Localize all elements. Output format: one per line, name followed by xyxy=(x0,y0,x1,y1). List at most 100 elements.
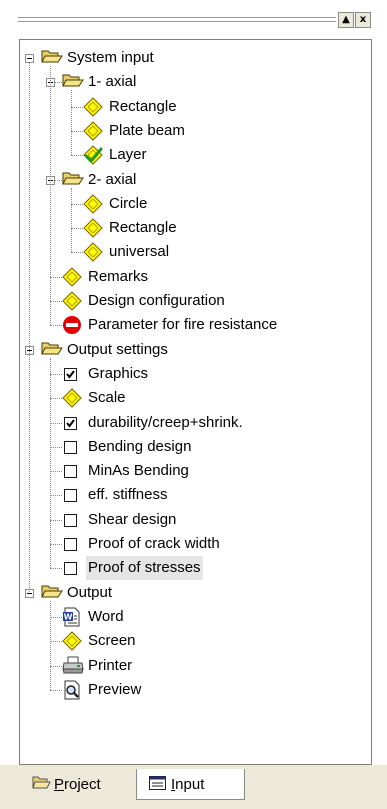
print-preview-icon xyxy=(62,680,82,708)
tree-node-durability-creep-shrink[interactable]: durability/creep+shrink. xyxy=(20,411,371,435)
tree-connector xyxy=(50,544,62,545)
unchecked-checkbox[interactable] xyxy=(64,513,77,527)
tree-connector xyxy=(50,446,62,448)
tree-connector xyxy=(71,106,83,108)
tree-connector xyxy=(50,568,62,570)
tree-connector xyxy=(50,398,62,400)
tree-node-rectangle[interactable]: Rectangle xyxy=(20,216,371,240)
tree-node-label: Layer xyxy=(109,146,147,164)
tree-node-layer[interactable]: Layer xyxy=(20,143,371,167)
tab-input[interactable]: Input xyxy=(136,769,245,800)
collapse-toggle[interactable] xyxy=(25,54,34,63)
scroll-up-button[interactable]: ▲ xyxy=(338,12,354,28)
unchecked-checkbox[interactable] xyxy=(64,562,77,576)
tree-node-remarks[interactable]: Remarks xyxy=(20,265,371,289)
folder-open-icon xyxy=(62,72,84,96)
tree-node-1-axial[interactable]: 1- axial xyxy=(20,70,371,94)
tree-connector xyxy=(50,495,62,497)
tree-node-label: Proof of crack width xyxy=(88,535,220,552)
tree-node-label: Scale xyxy=(88,389,126,407)
tree-node-label: universal xyxy=(109,243,170,261)
tree-node-preview[interactable]: Preview xyxy=(20,678,371,702)
tree-node-system-input[interactable]: System input xyxy=(20,46,371,70)
tab-project-label: roject xyxy=(64,776,101,793)
unchecked-checkbox[interactable] xyxy=(64,465,77,479)
tree-connector xyxy=(50,357,51,569)
tree-node-label: 1- axial xyxy=(88,73,137,91)
tree-node-screen[interactable]: Screen xyxy=(20,629,371,653)
tree-connector xyxy=(50,689,62,691)
tree-connector xyxy=(71,187,72,253)
tree-connector xyxy=(50,471,62,473)
tree-node-shear-design[interactable]: Shear design xyxy=(20,508,371,532)
input-tree-view[interactable]: System input 1- axial Rectangle Plate beam L… xyxy=(19,39,372,765)
tree-node-label: Proof of stresses xyxy=(86,556,203,581)
tree-node-design-configuration[interactable]: Design configuration xyxy=(20,289,371,313)
tree-node-printer[interactable]: Printer xyxy=(20,654,371,678)
open-folder-icon xyxy=(32,776,51,789)
tree-connector xyxy=(71,90,72,156)
unchecked-checkbox[interactable] xyxy=(64,489,77,503)
tree-node-label: Output xyxy=(67,583,113,601)
tree-node-label: Screen xyxy=(88,632,136,650)
tree-node-output[interactable]: Output xyxy=(20,581,371,605)
tree-connector xyxy=(50,600,51,690)
tree-node-label: Remarks xyxy=(88,267,149,285)
form-icon xyxy=(149,776,166,790)
tree-node-label: 2- axial xyxy=(88,170,137,188)
drag-grip[interactable] xyxy=(18,15,336,26)
tree-node-bending-design[interactable]: Bending design xyxy=(20,435,371,459)
tree-node-label: eff. stiffness xyxy=(88,486,168,504)
tree-connector xyxy=(71,252,83,254)
tab-project[interactable]: Project xyxy=(20,769,134,800)
tree-node-rectangle[interactable]: Rectangle xyxy=(20,95,371,119)
tree-node-word[interactable]: W Word xyxy=(20,605,371,629)
checked-checkbox[interactable] xyxy=(64,367,77,381)
tree-connector xyxy=(71,130,83,132)
tree-node-scale[interactable]: Scale xyxy=(20,386,371,410)
close-button[interactable]: x xyxy=(355,12,371,28)
tree-node-parameter-for-fire-resistance[interactable]: Parameter for fire resistance xyxy=(20,313,371,337)
folder-open-icon xyxy=(62,170,84,194)
checked-checkbox[interactable] xyxy=(64,416,77,430)
tree-connector xyxy=(50,641,62,643)
tree-node-proof-of-stresses[interactable]: Proof of stresses xyxy=(20,556,371,581)
tree-node-output-settings[interactable]: Output settings xyxy=(20,338,371,362)
tree-node-label: durability/creep+shrink. xyxy=(88,413,243,431)
tree-connector xyxy=(71,203,83,205)
tree-node-label: Circle xyxy=(109,194,148,212)
tree-connector xyxy=(50,66,51,326)
tree-node-minas-bending[interactable]: MinAs Bending xyxy=(20,459,371,483)
tree-node-label: Shear design xyxy=(88,510,177,528)
tree-node-2-axial[interactable]: 2- axial xyxy=(20,168,371,192)
tree-connector xyxy=(50,422,62,424)
folder-open-icon xyxy=(41,583,63,607)
tree-connector xyxy=(50,325,62,327)
tree-connector xyxy=(50,519,62,521)
tree-node-label: Printer xyxy=(88,656,133,674)
panel-title-bar: ▲ x xyxy=(0,0,387,40)
tree-node-label: Bending design xyxy=(88,437,192,455)
tree-node-eff-stiffness[interactable]: eff. stiffness xyxy=(20,483,371,507)
bottom-tab-bar: Project Input xyxy=(0,765,387,809)
tree-node-label: Rectangle xyxy=(109,97,177,115)
tree-connector xyxy=(50,616,62,618)
tree-connector xyxy=(50,301,62,302)
unchecked-checkbox[interactable] xyxy=(64,538,77,551)
tree-node-label: MinAs Bending xyxy=(88,462,189,480)
unchecked-checkbox[interactable] xyxy=(64,440,77,454)
tree-node-label: Plate beam xyxy=(109,121,185,139)
tree-node-plate-beam[interactable]: Plate beam xyxy=(20,119,371,143)
tree-node-label: Word xyxy=(88,607,124,625)
tree-node-label: Design configuration xyxy=(88,292,225,309)
tree-node-label: Parameter for fire resistance xyxy=(88,316,278,334)
tree-node-label: System input xyxy=(67,49,154,66)
tree-node-label: Rectangle xyxy=(109,219,177,237)
tree-node-proof-of-crack-width[interactable]: Proof of crack width xyxy=(20,532,371,556)
tree-node-label: Preview xyxy=(88,680,142,698)
tree-node-graphics[interactable]: Graphics xyxy=(20,362,371,386)
tree-node-universal[interactable]: universal xyxy=(20,240,371,264)
tree-connector xyxy=(71,228,83,230)
tree-node-circle[interactable]: Circle xyxy=(20,192,371,216)
tree-connector xyxy=(71,155,83,157)
